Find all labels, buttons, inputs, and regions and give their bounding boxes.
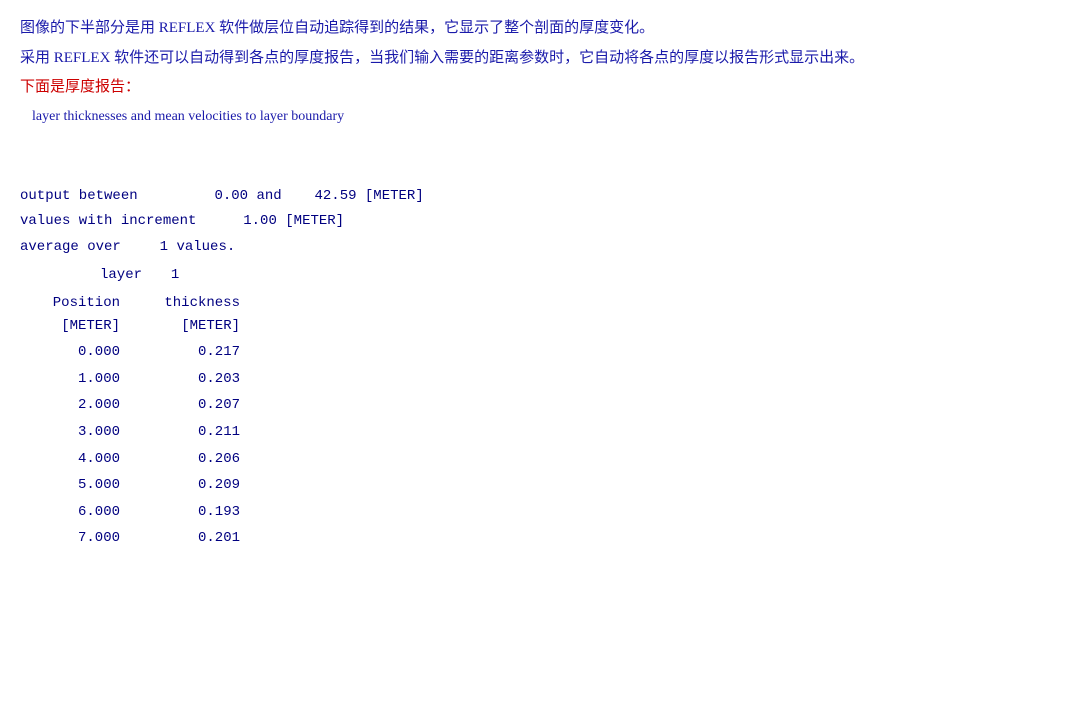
output-unit: [METER] — [365, 188, 424, 204]
output-and-label: and — [256, 188, 281, 204]
output-between-label: output between — [20, 188, 138, 204]
chinese-line-1: 图像的下半部分是用 REFLEX 软件做层位自动追踪得到的结果，它显示了整个剖面… — [20, 16, 1072, 42]
position-cell: 1.000 — [20, 366, 140, 393]
thickness-header: thickness — [140, 292, 240, 316]
table-headers: Position thickness — [20, 292, 1072, 316]
output-max-value: 42.59 — [314, 188, 356, 204]
table-row: 0.0000.217 — [20, 339, 1072, 366]
thickness-cell: 0.217 — [140, 339, 240, 366]
thickness-cell: 0.209 — [140, 472, 240, 499]
thickness-unit: [METER] — [140, 315, 240, 339]
position-cell: 5.000 — [20, 472, 140, 499]
table-row: 4.0000.206 — [20, 446, 1072, 473]
chinese-line-2: 采用 REFLEX 软件还可以自动得到各点的厚度报告，当我们输入需要的距离参数时… — [20, 46, 1072, 72]
chinese-red-label: 下面是厚度报告： — [20, 75, 1072, 101]
position-cell: 0.000 — [20, 339, 140, 366]
layer-desc-text: layer thicknesses and mean velocities to… — [32, 109, 1072, 125]
thickness-cell: 0.203 — [140, 366, 240, 393]
position-cell: 4.000 — [20, 446, 140, 473]
layer-label: layer — [100, 267, 142, 283]
increment-value: 1.00 — [243, 213, 277, 229]
values-increment-line: values with increment 1.00 [METER] — [20, 210, 1072, 234]
thickness-cell: 0.211 — [140, 419, 240, 446]
output-between-line: output between 0.00 and 42.59 [METER] — [20, 185, 1072, 209]
position-cell: 7.000 — [20, 525, 140, 552]
table-row: 1.0000.203 — [20, 366, 1072, 393]
position-cell: 2.000 — [20, 392, 140, 419]
layer-header-line: layer 1 — [100, 264, 1072, 288]
thickness-cell: 0.206 — [140, 446, 240, 473]
table-row: 2.0000.207 — [20, 392, 1072, 419]
table-row: 5.0000.209 — [20, 472, 1072, 499]
thickness-cell: 0.193 — [140, 499, 240, 526]
position-cell: 3.000 — [20, 419, 140, 446]
table-units: [METER] [METER] — [20, 315, 1072, 339]
position-unit: [METER] — [20, 315, 140, 339]
position-cell: 6.000 — [20, 499, 140, 526]
thickness-cell: 0.207 — [140, 392, 240, 419]
output-min-value: 0.00 — [214, 188, 248, 204]
values-increment-label: values with increment — [20, 213, 196, 229]
thickness-cell: 0.201 — [140, 525, 240, 552]
increment-unit: [METER] — [285, 213, 344, 229]
layer-number: 1 — [171, 267, 179, 283]
table-row: 7.0000.201 — [20, 525, 1072, 552]
average-label: average over — [20, 239, 121, 255]
table-row: 3.0000.211 — [20, 419, 1072, 446]
average-values: 1 values. — [160, 239, 236, 255]
position-header: Position — [20, 292, 140, 316]
table-row: 6.0000.193 — [20, 499, 1072, 526]
average-line: average over 1 values. — [20, 236, 1072, 260]
